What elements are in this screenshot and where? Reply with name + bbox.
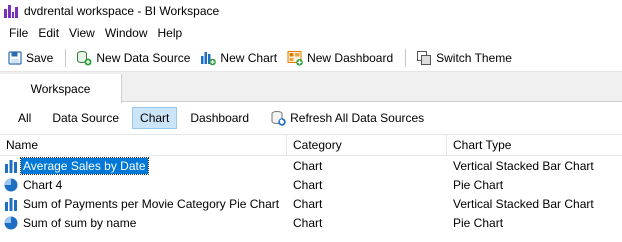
row-chart-type: Pie Chart (453, 215, 504, 230)
row-name-cell: Sum of sum by name (0, 213, 287, 232)
filter-dashboard-button[interactable]: Dashboard (182, 107, 257, 129)
filter-data-source-button[interactable]: Data Source (44, 107, 127, 129)
row-chart-type: Vertical Stacked Bar Chart (453, 196, 594, 211)
row-category: Chart (293, 196, 323, 211)
chart-list: Average Sales by Date Chart Vertical Sta… (0, 156, 622, 232)
menu-view[interactable]: View (64, 26, 100, 40)
row-chart-type: Pie Chart (453, 177, 504, 192)
row-category: Chart (293, 158, 323, 173)
switch-theme-label: Switch Theme (436, 50, 512, 65)
menu-bar: File Edit View Window Help (0, 22, 622, 44)
table-header: Name Category Chart Type (0, 134, 622, 156)
row-name: Average Sales by Date (20, 156, 149, 175)
refresh-label: Refresh All Data Sources (290, 111, 425, 125)
new-dashboard-button[interactable]: New Dashboard (283, 46, 397, 70)
row-name-cell: Sum of Payments per Movie Category Pie C… (0, 194, 287, 213)
table-row[interactable]: Sum of sum by name Chart Pie Chart (0, 213, 622, 232)
switch-theme-icon (417, 50, 432, 65)
chart-add-icon (201, 51, 217, 65)
row-name: Chart 4 (23, 177, 63, 192)
tab-strip: Workspace (0, 72, 622, 103)
refresh-all-data-sources-button[interactable]: Refresh All Data Sources (262, 107, 432, 129)
pie-chart-icon (4, 178, 18, 191)
new-data-source-label: New Data Source (96, 50, 191, 65)
new-dashboard-label: New Dashboard (307, 50, 394, 65)
row-category: Chart (293, 177, 323, 192)
new-chart-label: New Chart (220, 50, 278, 65)
title-bar: dvdrental workspace - BI Workspace (0, 0, 622, 22)
new-chart-button[interactable]: New Chart (196, 46, 281, 70)
table-row[interactable]: Chart 4 Chart Pie Chart (0, 175, 622, 194)
new-data-source-button[interactable]: New Data Source (72, 46, 194, 70)
save-label: Save (26, 50, 54, 65)
column-header-category[interactable]: Category (287, 134, 447, 156)
row-name-cell: Chart 4 (0, 175, 287, 194)
menu-edit[interactable]: Edit (33, 26, 64, 40)
row-name: Sum of Payments per Movie Category Pie C… (23, 196, 280, 211)
menu-window[interactable]: Window (100, 26, 153, 40)
data-source-add-icon (77, 50, 92, 65)
table-row[interactable]: Sum of Payments per Movie Category Pie C… (0, 194, 622, 213)
save-button[interactable]: Save (4, 46, 57, 70)
toolbar: Save New Data Source New Chart New Dashb… (0, 44, 622, 72)
bar-chart-icon (5, 159, 17, 173)
filter-chart-button[interactable]: Chart (132, 107, 178, 129)
menu-help[interactable]: Help (153, 26, 188, 40)
bar-chart-icon (5, 197, 17, 211)
refresh-data-source-icon (271, 111, 286, 126)
tab-workspace[interactable]: Workspace (0, 74, 122, 103)
window-title: dvdrental workspace - BI Workspace (24, 4, 220, 18)
table-row[interactable]: Average Sales by Date Chart Vertical Sta… (0, 156, 622, 175)
menu-file[interactable]: File (4, 26, 33, 40)
row-name: Sum of sum by name (23, 215, 137, 230)
switch-theme-button[interactable]: Switch Theme (412, 46, 516, 70)
row-name-cell: Average Sales by Date (0, 156, 287, 175)
row-chart-type: Vertical Stacked Bar Chart (453, 158, 594, 173)
column-header-chart-type[interactable]: Chart Type (447, 134, 622, 156)
column-header-name[interactable]: Name (0, 134, 287, 156)
dashboard-add-icon (287, 50, 303, 66)
filter-all-button[interactable]: All (10, 107, 39, 129)
app-logo-icon (4, 4, 18, 18)
save-icon (8, 50, 22, 65)
pie-chart-icon (4, 216, 18, 229)
toolbar-separator (65, 48, 67, 67)
filter-bar: All Data Source Chart Dashboard Refresh … (0, 102, 622, 134)
toolbar-separator (405, 48, 407, 67)
row-category: Chart (293, 215, 323, 230)
